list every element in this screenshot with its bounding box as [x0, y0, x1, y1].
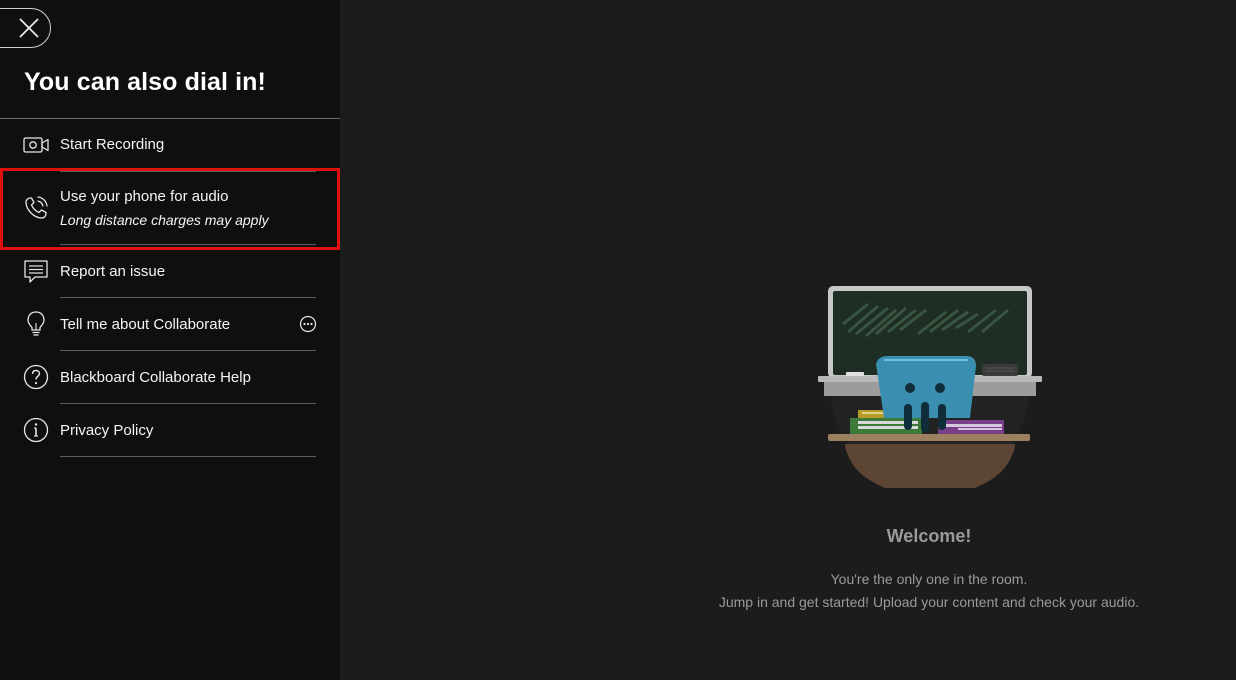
question-circle-icon	[22, 363, 50, 391]
panel-title: You can also dial in!	[24, 68, 266, 96]
menu-item-label: Blackboard Collaborate Help	[60, 369, 251, 386]
close-icon	[19, 18, 39, 38]
video-camera-icon	[22, 131, 50, 159]
side-panel: You can also dial in! Start Recording Us…	[0, 0, 340, 680]
menu-item-label: Tell me about Collaborate	[60, 316, 231, 333]
phone-icon	[22, 194, 50, 222]
menu-divider	[60, 456, 316, 457]
welcome-title: Welcome!	[886, 526, 972, 546]
info-circle-icon	[22, 416, 50, 444]
chat-report-icon	[22, 257, 50, 285]
lightbulb-icon	[22, 310, 50, 338]
menu-item-label: Privacy Policy	[60, 422, 154, 439]
collaborate-app: You can also dial in! Start Recording Us…	[0, 0, 1236, 680]
menu-item-label: Use your phone for audio	[60, 188, 229, 205]
welcome-message-line1: You're the only one in the room.	[830, 571, 1028, 587]
main-stage: Welcome! You're the only one in the room…	[340, 0, 1236, 680]
menu-item-report-issue[interactable]: Report an issue	[0, 245, 340, 298]
menu-item-about-collaborate[interactable]: Tell me about Collaborate	[0, 298, 340, 351]
empty-room-illustration	[818, 286, 1042, 488]
menu-item-sublabel: Long distance charges may apply	[60, 212, 269, 228]
menu-item-start-recording[interactable]: Start Recording	[0, 119, 340, 172]
menu-item-privacy-policy[interactable]: Privacy Policy	[0, 404, 340, 457]
menu-item-label: Start Recording	[60, 136, 165, 153]
menu-item-phone-audio[interactable]: Use your phone for audio Long distance c…	[0, 172, 340, 245]
menu-item-label: Report an issue	[60, 263, 166, 280]
menu-item-help[interactable]: Blackboard Collaborate Help	[0, 351, 340, 404]
welcome-message-line2: Jump in and get started! Upload your con…	[718, 594, 1140, 610]
close-panel-button[interactable]	[0, 8, 51, 48]
more-options-icon[interactable]	[299, 315, 317, 333]
